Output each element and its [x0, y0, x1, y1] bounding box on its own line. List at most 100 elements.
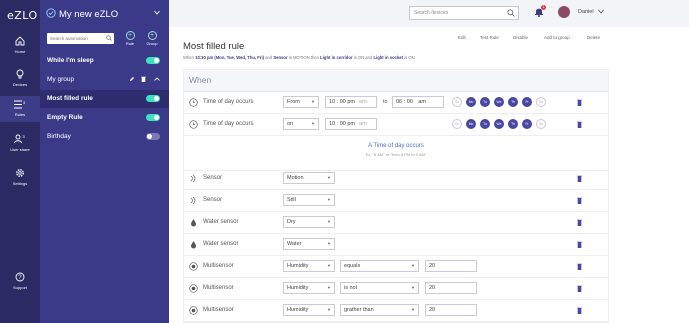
- property-select[interactable]: Humidity ▼: [283, 260, 335, 272]
- rule-toggle[interactable]: [146, 114, 160, 121]
- add-rule-button[interactable]: + Rule: [122, 31, 138, 46]
- nav-user-share[interactable]: 3 User share: [0, 131, 40, 157]
- page-title: Most filled rule: [183, 41, 245, 52]
- time-mode-select[interactable]: on ▼: [283, 118, 319, 130]
- day-toggle[interactable]: Fr: [522, 97, 532, 107]
- rule-toggle[interactable]: [146, 57, 160, 64]
- value-input[interactable]: 20: [425, 260, 477, 272]
- day-toggle[interactable]: Su: [452, 119, 462, 129]
- value-input[interactable]: 20: [425, 282, 477, 294]
- plus-icon: +: [125, 31, 135, 40]
- device-search-input[interactable]: Search devices: [409, 6, 519, 20]
- trash-icon[interactable]: [141, 76, 146, 82]
- condition-name: Time of day occurs: [203, 99, 254, 105]
- comparison-select[interactable]: equals ▼: [340, 260, 419, 272]
- caret-down-icon: ▼: [327, 285, 331, 290]
- edit-icon[interactable]: [129, 76, 135, 82]
- comparison-select[interactable]: grather than ▼: [340, 304, 419, 316]
- nav-settings[interactable]: Settings: [0, 165, 40, 191]
- end-time-input[interactable]: 06 : 00 am: [392, 96, 444, 108]
- comparison-select[interactable]: is not ▼: [340, 282, 419, 294]
- svg-text:3: 3: [23, 134, 26, 139]
- delete-button[interactable]: Delete: [587, 35, 600, 40]
- nav-devices[interactable]: Devices: [0, 66, 40, 92]
- automation-search-input[interactable]: Search automation: [47, 33, 114, 44]
- day-toggle[interactable]: Th: [508, 119, 518, 129]
- day-toggle[interactable]: Th: [508, 97, 518, 107]
- day-toggle[interactable]: Su: [452, 97, 462, 107]
- state-select[interactable]: Motion ▼: [283, 172, 335, 184]
- device-condition-row: Multisensor Humidity ▼ equals ▼ 20: [184, 256, 608, 278]
- trash-icon[interactable]: [577, 285, 582, 292]
- group-item-label: My group: [47, 76, 75, 83]
- group-item[interactable]: My group: [40, 71, 169, 87]
- water-drop-icon: [191, 241, 196, 249]
- day-toggle[interactable]: Mo: [466, 97, 476, 107]
- add-to-group-button[interactable]: Add to group: [544, 35, 570, 40]
- trash-icon[interactable]: [577, 121, 582, 128]
- day-toggle[interactable]: Sa: [536, 97, 546, 107]
- edit-button[interactable]: Edit: [458, 35, 466, 40]
- check-circle-icon: [46, 8, 56, 18]
- add-group-button[interactable]: + Group: [144, 31, 160, 46]
- time-input[interactable]: 10 : 00 pm am: [325, 118, 377, 130]
- rule-toggle[interactable]: [146, 95, 160, 102]
- add-time-link[interactable]: A Time of day occurs: [184, 143, 608, 149]
- trash-icon[interactable]: [577, 263, 582, 270]
- state-select[interactable]: Dry ▼: [283, 216, 335, 228]
- value-input[interactable]: 20: [425, 304, 477, 316]
- day-toggle[interactable]: Mo: [466, 119, 476, 129]
- caret-down-icon: ▼: [327, 241, 331, 246]
- day-toggle[interactable]: Fr: [522, 119, 532, 129]
- avatar[interactable]: [558, 6, 570, 18]
- nav-rules-label: Rules: [14, 112, 26, 117]
- rule-item[interactable]: Birthday: [40, 129, 169, 145]
- rule-toggle[interactable]: [146, 133, 160, 140]
- user-name[interactable]: Daniel: [578, 9, 594, 15]
- nav-home[interactable]: Home: [0, 33, 40, 59]
- rule-item[interactable]: Empty Rule: [40, 109, 169, 127]
- day-toggle[interactable]: Tu: [480, 97, 490, 107]
- state-select[interactable]: Water ▼: [283, 238, 335, 250]
- multisensor-icon: [189, 284, 198, 293]
- caret-down-icon: ▼: [327, 197, 331, 202]
- rule-item[interactable]: Most filled rule: [40, 90, 169, 108]
- caret-down-icon: ▼: [327, 175, 331, 180]
- condition-name: Multisensor: [203, 307, 234, 313]
- day-toggle[interactable]: We: [494, 97, 504, 107]
- trash-icon[interactable]: [577, 219, 582, 226]
- trash-icon[interactable]: [577, 241, 582, 248]
- add-time-condition[interactable]: A Time of day occurs Ex. "8 AM" or "from…: [184, 136, 608, 171]
- nav-support[interactable]: ? Support: [0, 270, 40, 294]
- test-rule-button[interactable]: Test Rule: [480, 35, 499, 40]
- chevron-down-icon[interactable]: [598, 9, 604, 14]
- start-time-input[interactable]: 10 : 00 pm am: [325, 96, 377, 108]
- property-select[interactable]: Humidity ▼: [283, 304, 335, 316]
- property-select[interactable]: Humidity ▼: [283, 282, 335, 294]
- caret-down-icon: ▼: [411, 285, 415, 290]
- rule-summary: When 10:30 pm (Mon, Tue, Wed, Thu, Fri) …: [183, 55, 415, 60]
- time-mode-select[interactable]: From ▼: [283, 96, 319, 108]
- search-icon: [106, 35, 112, 41]
- day-toggle[interactable]: Sa: [536, 119, 546, 129]
- trash-icon[interactable]: [577, 197, 582, 204]
- condition-name: Water sensor: [203, 219, 239, 225]
- search-icon: [507, 9, 515, 17]
- rule-item-label: Empty Rule: [47, 114, 83, 121]
- chevron-up-icon[interactable]: [154, 77, 160, 81]
- trash-icon[interactable]: [577, 307, 582, 314]
- condition-name: Water sensor: [203, 241, 239, 247]
- nav-user-share-label: User share: [10, 147, 30, 152]
- day-toggle[interactable]: Tu: [480, 119, 490, 129]
- day-toggle[interactable]: We: [494, 119, 504, 129]
- hub-selector[interactable]: My new eZLO: [40, 0, 169, 27]
- caret-down-icon: ▼: [411, 263, 415, 268]
- time-condition-row: Time of day occurs From ▼ 10 : 00 pm am to…: [184, 92, 608, 114]
- disable-button[interactable]: Disable: [513, 35, 528, 40]
- rule-item[interactable]: While I'm sleep: [40, 52, 169, 69]
- trash-icon[interactable]: [577, 175, 582, 182]
- nav-rules[interactable]: 3 Rules: [0, 96, 40, 122]
- state-select[interactable]: Still ▼: [283, 194, 335, 206]
- trash-icon[interactable]: [577, 99, 582, 106]
- condition-name: Sensor: [203, 197, 223, 203]
